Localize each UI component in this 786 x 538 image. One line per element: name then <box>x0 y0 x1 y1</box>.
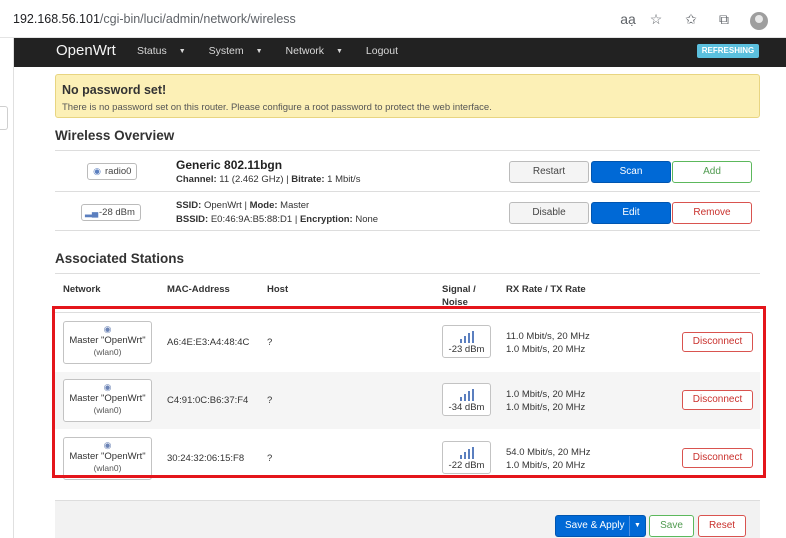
nav-logout[interactable]: Logout <box>366 45 398 57</box>
device-info: Channel: 11 (2.462 GHz) | Bitrate: 1 Mbi… <box>176 174 360 185</box>
side-panel <box>0 38 14 538</box>
reset-button[interactable]: Reset <box>698 515 746 537</box>
chevron-down-icon[interactable]: ▼ <box>629 516 645 536</box>
chevron-down-icon: ▼ <box>178 48 186 55</box>
nav-system-label: System <box>208 45 244 57</box>
ssid-label: SSID: <box>176 200 202 211</box>
radio-badge-label: radio0 <box>105 166 132 177</box>
nav-network[interactable]: Network ▼ <box>286 45 353 57</box>
channel-value: 11 (2.462 GHz) | <box>216 174 292 185</box>
refreshing-badge[interactable]: REFRESHING <box>697 44 759 58</box>
signal-icon: ▂▄ <box>85 207 99 217</box>
side-panel-handle[interactable] <box>0 106 8 130</box>
col-mac: MAC-Address <box>167 284 230 295</box>
brand-logo[interactable]: OpenWrt <box>56 42 116 59</box>
remove-button[interactable]: Remove <box>672 202 752 224</box>
collections-icon[interactable]: ⧉ <box>715 10 733 28</box>
col-host: Host <box>267 284 289 295</box>
disable-button[interactable]: Disable <box>509 202 589 224</box>
ssid-value: OpenWrt | <box>201 200 250 211</box>
restart-button[interactable]: Restart <box>509 161 589 183</box>
mode-label: Mode: <box>249 200 278 211</box>
chevron-down-icon: ▼ <box>255 48 263 55</box>
mode-value: Master <box>277 200 310 211</box>
scan-button[interactable]: Scan <box>591 161 671 183</box>
ssid-info: SSID: OpenWrt | Mode: Master <box>176 200 309 211</box>
associated-stations-title: Associated Stations <box>55 251 185 266</box>
bssid-value: E0:46:9A:B5:88:D1 | <box>208 214 300 225</box>
radio-badge: ◉ radio0 <box>87 163 138 180</box>
wifi-icon: ◉ <box>93 166 101 176</box>
star-icon[interactable]: ☆ <box>647 10 665 28</box>
signal-badge: ▂▄-28 dBm <box>81 204 141 221</box>
alert-title: No password set! <box>62 83 167 97</box>
bitrate-value: 1 Mbit/s <box>324 174 361 185</box>
nav-status-label: Status <box>137 45 167 57</box>
read-aloud-icon[interactable]: aạ <box>619 10 637 28</box>
col-rates: RX Rate / TX Rate <box>506 284 586 295</box>
col-signal-line1: Signal / <box>442 284 476 295</box>
chevron-down-icon: ▼ <box>336 48 343 55</box>
alert-text: There is no password set on this router.… <box>62 102 492 113</box>
encryption-value: None <box>352 214 379 225</box>
save-apply-button[interactable]: Save & Apply ▼ <box>555 515 646 537</box>
save-button[interactable]: Save <box>649 515 694 537</box>
bssid-info: BSSID: E0:46:9A:B5:88:D1 | Encryption: N… <box>176 214 378 225</box>
save-apply-label: Save & Apply <box>565 520 625 531</box>
wireless-network-row: ▂▄-28 dBm SSID: OpenWrt | Mode: Master B… <box>55 191 760 231</box>
wireless-overview-title: Wireless Overview <box>55 128 175 143</box>
signal-badge-label: -28 dBm <box>99 207 135 218</box>
highlight-box <box>52 306 766 478</box>
nav-network-label: Network <box>285 45 325 57</box>
address-bar[interactable]: 192.168.56.101/cgi-bin/luci/admin/networ… <box>0 6 636 32</box>
bssid-label: BSSID: <box>176 214 209 225</box>
radio-device-row: ◉ radio0 Generic 802.11bgn Channel: 11 (2… <box>55 150 760 190</box>
channel-label: Channel: <box>176 174 217 185</box>
nav-system[interactable]: System ▼ <box>209 45 273 57</box>
url-host: 192.168.56.101 <box>13 12 100 26</box>
device-name: Generic 802.11bgn <box>176 158 283 172</box>
nav-status[interactable]: Status ▼ <box>137 45 196 57</box>
main-nav: Status ▼ System ▼ Network ▼ Logout <box>137 45 408 57</box>
no-password-alert: No password set! There is no password se… <box>55 74 760 118</box>
edit-button[interactable]: Edit <box>591 202 671 224</box>
form-actions: Save & Apply ▼ Save Reset <box>55 500 760 538</box>
profile-icon[interactable] <box>750 12 768 30</box>
bitrate-label: Bitrate: <box>291 174 325 185</box>
encryption-label: Encryption: <box>299 214 353 225</box>
browser-toolbar: 192.168.56.101/cgi-bin/luci/admin/networ… <box>0 0 786 38</box>
url-path: /cgi-bin/luci/admin/network/wireless <box>99 12 296 26</box>
col-network: Network <box>63 284 101 295</box>
favorites-icon[interactable]: ✩ <box>682 10 700 28</box>
add-button[interactable]: Add <box>672 161 752 183</box>
app-header: OpenWrt Status ▼ System ▼ Network ▼ Logout … <box>14 38 786 67</box>
